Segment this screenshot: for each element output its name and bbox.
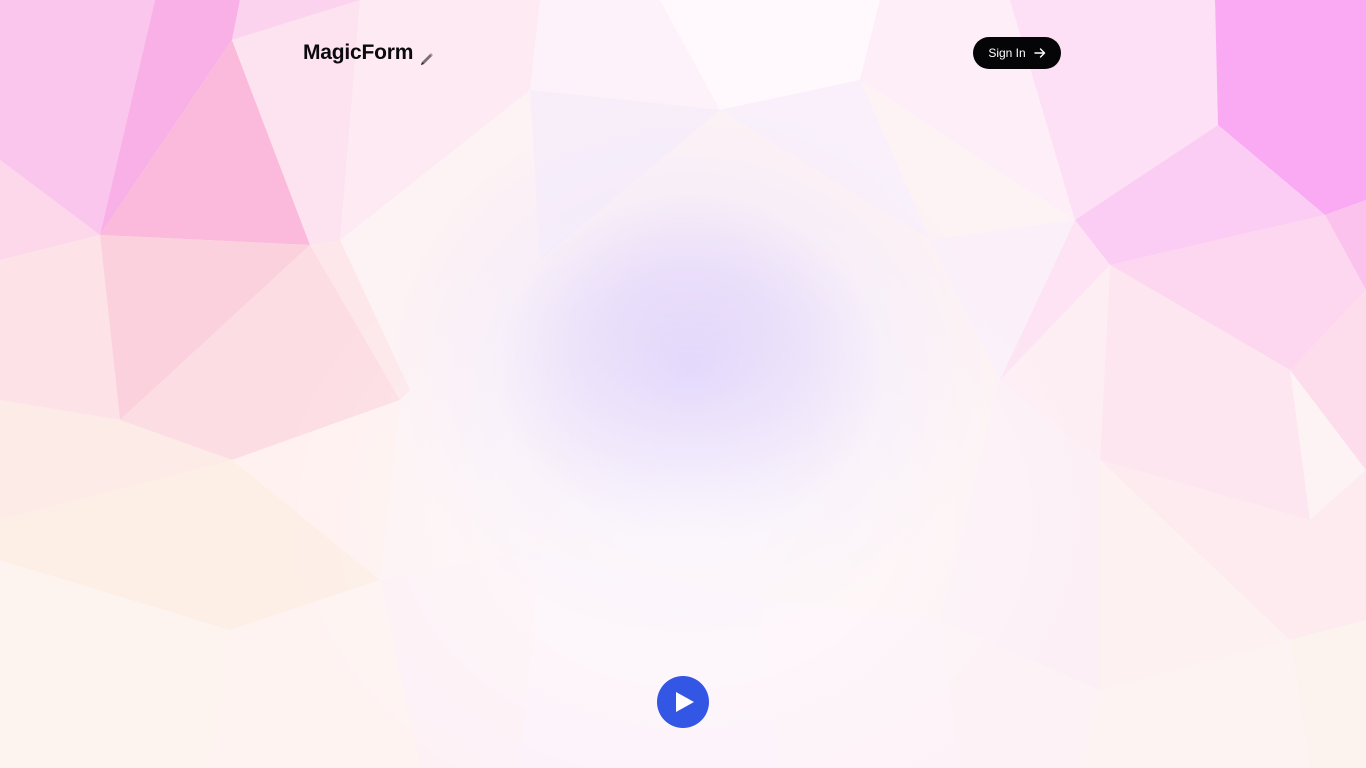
landing-page: MagicForm Sign In [0,0,1366,768]
sign-in-label: Sign In [988,46,1026,60]
play-video-button[interactable] [657,676,709,728]
pencil-icon [419,47,435,65]
brand-logo[interactable]: MagicForm [303,39,435,67]
sign-in-button[interactable]: Sign In [973,37,1061,69]
background-illustration [0,0,1366,768]
play-icon [671,691,695,713]
arrow-right-icon [1033,47,1046,59]
brand-name: MagicForm [303,41,414,64]
